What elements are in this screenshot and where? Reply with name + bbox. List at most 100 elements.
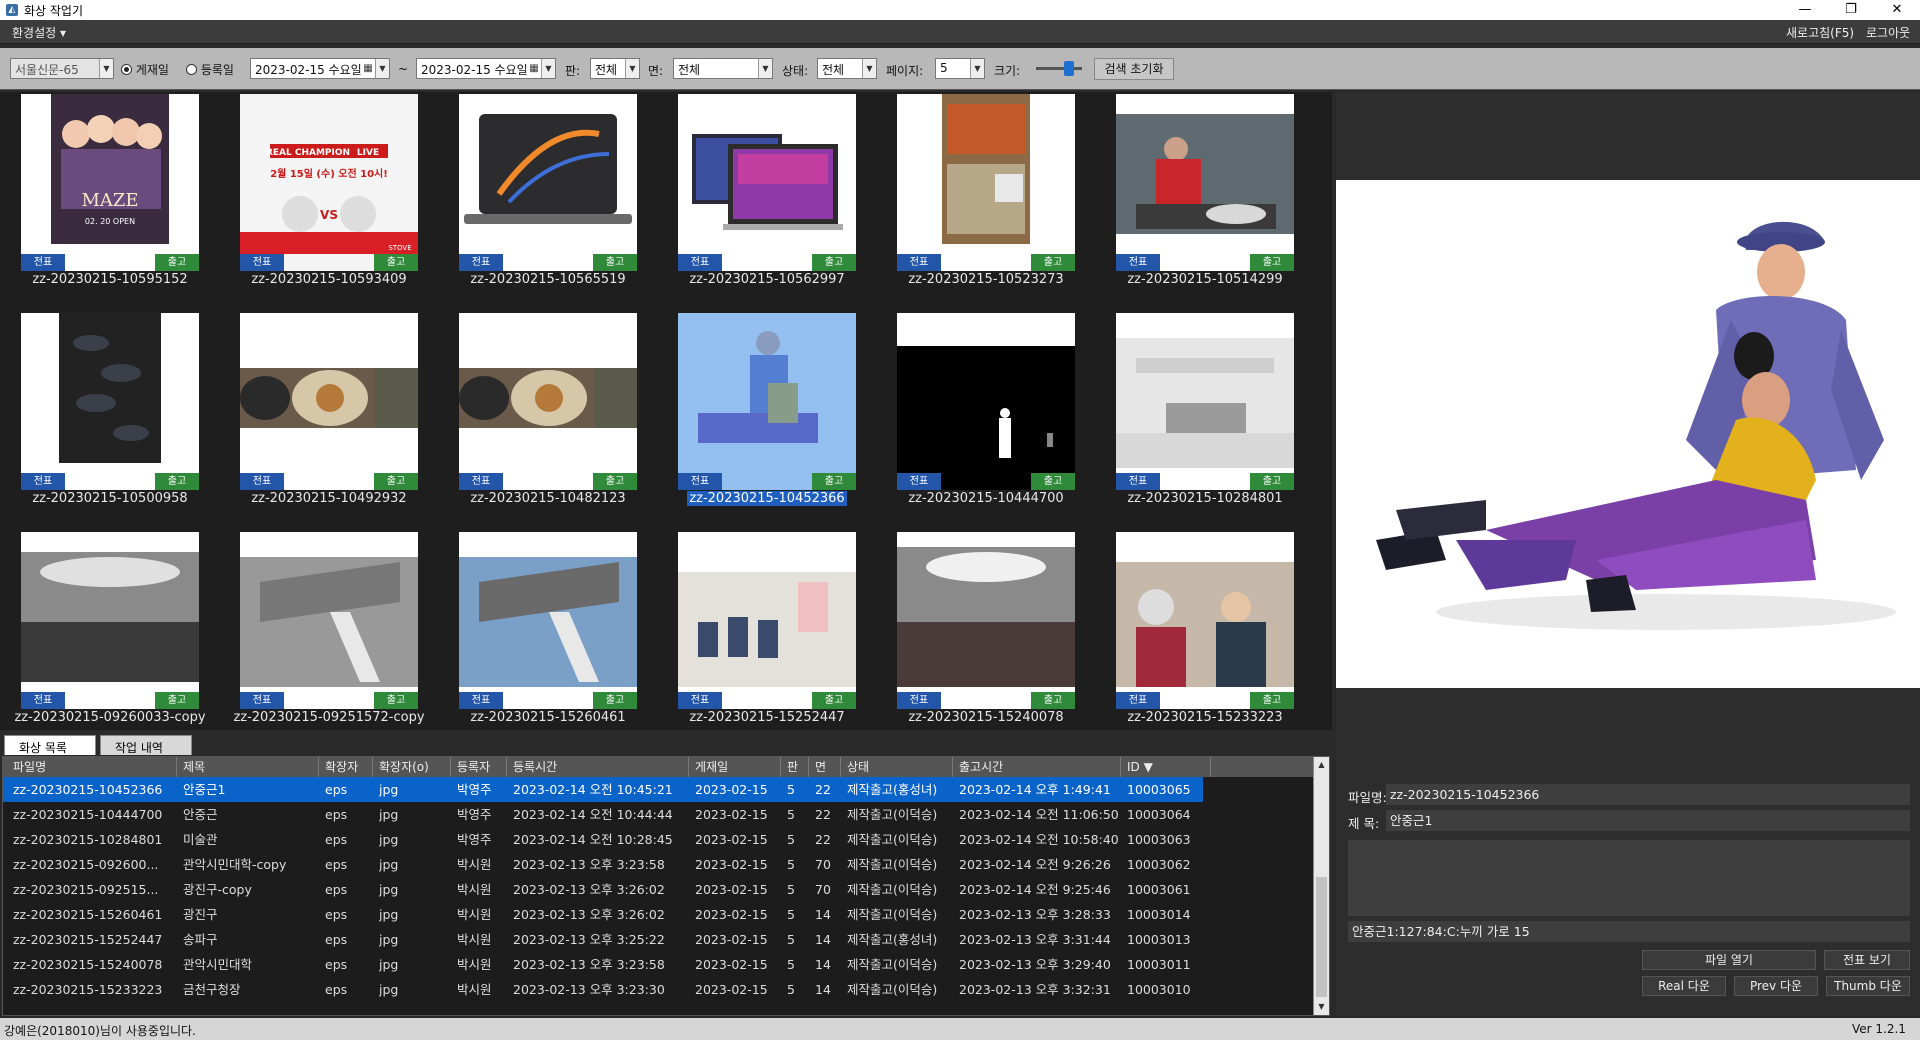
chulgo-button[interactable]: 출고 <box>155 473 199 490</box>
thumbnail-image[interactable]: 전표 출고 <box>678 313 856 490</box>
thumbnail-image[interactable]: 전표 출고 <box>1116 94 1294 271</box>
jeonpyo-button[interactable]: 전표 <box>240 473 284 490</box>
gallery-tile[interactable]: 전표 출고 zz-20230215-15252447 <box>678 532 856 725</box>
chulgo-button[interactable]: 출고 <box>812 473 856 490</box>
thumbnail-image[interactable]: 전표 출고 <box>21 313 199 490</box>
chulgo-button[interactable]: 출고 <box>593 473 637 490</box>
search-reset-button[interactable]: 검색 초기화 <box>1094 58 1174 80</box>
scroll-down-icon[interactable]: ▼ <box>1314 999 1329 1015</box>
minimize-button[interactable]: — <box>1782 0 1828 20</box>
column-header[interactable]: 확장자(o) <box>373 757 451 777</box>
table-scrollbar[interactable]: ▲ ▼ <box>1313 757 1329 1015</box>
thumbnail-image[interactable]: 전표 출고 <box>897 313 1075 490</box>
close-button[interactable]: ✕ <box>1874 0 1920 20</box>
column-header[interactable]: 확장자 <box>319 757 373 777</box>
gallery-tile[interactable]: 전표 출고 zz-20230215-10492932 <box>240 313 418 506</box>
jeonpyo-button[interactable]: 전표 <box>21 692 65 709</box>
gallery-tile[interactable]: 전표 출고 zz-20230215-10565519 <box>459 94 637 287</box>
column-header[interactable]: ID ▼ <box>1121 757 1211 777</box>
thumbnail-image[interactable]: 전표 출고 <box>459 532 637 709</box>
thumbnail-image[interactable]: 전표 출고 <box>1116 532 1294 709</box>
scroll-up-icon[interactable]: ▲ <box>1314 757 1329 773</box>
real-download-button[interactable]: Real 다운 <box>1642 976 1726 996</box>
gallery-tile[interactable]: 전표 출고 zz-20230215-10523273 <box>897 94 1075 287</box>
jeonpyo-button[interactable]: 전표 <box>897 254 941 271</box>
jeonpyo-button[interactable]: 전표 <box>678 254 722 271</box>
thumbnail-image[interactable]: 전표 출고 <box>678 532 856 709</box>
gallery-tile[interactable]: 전표 출고 zz-20230215-10514299 <box>1116 94 1294 287</box>
memo-area[interactable] <box>1348 840 1910 916</box>
chulgo-button[interactable]: 출고 <box>155 254 199 271</box>
thumbnail-image[interactable]: 전표 출고 <box>678 94 856 271</box>
thumbnail-image[interactable]: 전표 출고 <box>459 313 637 490</box>
date-from-picker[interactable]: 2023-02-15 수요일 ▦ ▼ <box>250 58 390 79</box>
column-header[interactable]: 면 <box>809 757 841 777</box>
thumbnail-image[interactable]: 전표 출고 <box>240 532 418 709</box>
chulgo-button[interactable]: 출고 <box>1031 473 1075 490</box>
gallery-tile[interactable]: 전표 출고 zz-20230215-15233223 <box>1116 532 1294 725</box>
title-field[interactable]: 안중근1 <box>1386 810 1910 831</box>
logout-menu[interactable]: 로그아웃 <box>1866 24 1910 41</box>
chulgo-button[interactable]: 출고 <box>155 692 199 709</box>
thumbnail-image[interactable]: 전표 출고 <box>459 94 637 271</box>
radio-register[interactable]: 등록일 <box>186 61 234 78</box>
chulgo-button[interactable]: 출고 <box>1250 473 1294 490</box>
gallery-tile[interactable]: 전표 출고 zz-20230215-10482123 <box>459 313 637 506</box>
filename-field[interactable]: zz-20230215-10452366 <box>1386 784 1910 805</box>
table-row[interactable]: zz-20230215-092515... 광진구-copy eps jpg 박시원 20… <box>3 877 1203 902</box>
chulgo-button[interactable]: 출고 <box>1250 254 1294 271</box>
thumbnail-image[interactable]: MAZE 02. 20 OPEN 전표 출고 <box>21 94 199 271</box>
jeonpyo-button[interactable]: 전표 <box>240 692 284 709</box>
maximize-button[interactable]: ❐ <box>1828 0 1874 20</box>
chulgo-button[interactable]: 출고 <box>812 692 856 709</box>
chulgo-button[interactable]: 출고 <box>374 473 418 490</box>
size-slider[interactable] <box>1036 61 1082 76</box>
gallery-tile[interactable]: 전표 출고 zz-20230215-10452366 <box>678 313 856 506</box>
column-header[interactable]: 등록시간 <box>507 757 689 777</box>
table-row[interactable]: zz-20230215-10284801 미술관 eps jpg 박영주 2023-02-… <box>3 827 1203 852</box>
refresh-menu[interactable]: 새로고침(F5) <box>1786 24 1854 41</box>
chulgo-button[interactable]: 출고 <box>374 254 418 271</box>
thumbnail-image[interactable]: 전표 출고 <box>21 532 199 709</box>
thumbnail-image[interactable]: 전표 출고 <box>1116 313 1294 490</box>
myeon-select[interactable]: 전체 ▼ <box>673 58 773 79</box>
table-row[interactable]: zz-20230215-15240078 관악시민대학 eps jpg 박시원 2023-… <box>3 952 1203 977</box>
gallery-tile[interactable]: 전표 출고 zz-20230215-15260461 <box>459 532 637 725</box>
prev-download-button[interactable]: Prev 다운 <box>1734 976 1818 996</box>
table-row[interactable]: zz-20230215-10444700 안중근 eps jpg 박영주 2023-02-… <box>3 802 1203 827</box>
jeonpyo-button[interactable]: 전표 <box>678 473 722 490</box>
jeonpyo-button[interactable]: 전표 <box>1116 254 1160 271</box>
jeonpyo-button[interactable]: 전표 <box>21 254 65 271</box>
gallery-tile[interactable]: 전표 출고 zz-20230215-10562997 <box>678 94 856 287</box>
gallery-tile[interactable]: 전표 출고 zz-20230215-10284801 <box>1116 313 1294 506</box>
column-header[interactable]: 파일명 <box>7 757 177 777</box>
open-file-button[interactable]: 파일 열기 <box>1642 950 1816 970</box>
jeonpyo-button[interactable]: 전표 <box>1116 473 1160 490</box>
jeonpyo-button[interactable]: 전표 <box>897 692 941 709</box>
chulgo-button[interactable]: 출고 <box>1031 254 1075 271</box>
table-row[interactable]: zz-20230215-15260461 광진구 eps jpg 박시원 2023-02-… <box>3 902 1203 927</box>
jeonpyo-button[interactable]: 전표 <box>240 254 284 271</box>
jeonpyo-button[interactable]: 전표 <box>459 254 503 271</box>
date-to-picker[interactable]: 2023-02-15 수요일 ▦ ▼ <box>416 58 556 79</box>
chulgo-button[interactable]: 출고 <box>593 254 637 271</box>
gallery-tile[interactable]: 전표 출고 zz-20230215-10500958 <box>21 313 199 506</box>
thumbnail-image[interactable]: 전표 출고 <box>897 94 1075 271</box>
chulgo-button[interactable]: 출고 <box>374 692 418 709</box>
chulgo-button[interactable]: 출고 <box>1031 692 1075 709</box>
table-row[interactable]: zz-20230215-092600... 관악시민대학-copy eps jpg 박시… <box>3 852 1203 877</box>
gallery-tile[interactable]: 전표 출고 zz-20230215-15240078 <box>897 532 1075 725</box>
chulgo-button[interactable]: 출고 <box>1250 692 1294 709</box>
table-row[interactable]: zz-20230215-15252447 송파구 eps jpg 박시원 2023-02-… <box>3 927 1203 952</box>
table-row[interactable]: zz-20230215-10452366 안중근1 eps jpg 박영주 2023-02… <box>3 777 1203 802</box>
column-header[interactable]: 제목 <box>177 757 319 777</box>
jeonpyo-button[interactable]: 전표 <box>459 692 503 709</box>
page-select[interactable]: 5 ▼ <box>935 58 985 79</box>
column-header[interactable]: 출고시간 <box>953 757 1121 777</box>
chulgo-button[interactable]: 출고 <box>812 254 856 271</box>
scrollbar-thumb[interactable] <box>1316 877 1327 997</box>
gallery-tile[interactable]: MAZE 02. 20 OPEN 전표 출고 zz-20230215-10595152 <box>21 94 199 287</box>
thumbnail-image[interactable]: REAL CHAMPION LIVE 2월 15일 (수) 오전 10시! VS STO… <box>240 94 418 271</box>
thumb-download-button[interactable]: Thumb 다운 <box>1826 976 1910 996</box>
jeonpyo-button[interactable]: 전표 <box>897 473 941 490</box>
